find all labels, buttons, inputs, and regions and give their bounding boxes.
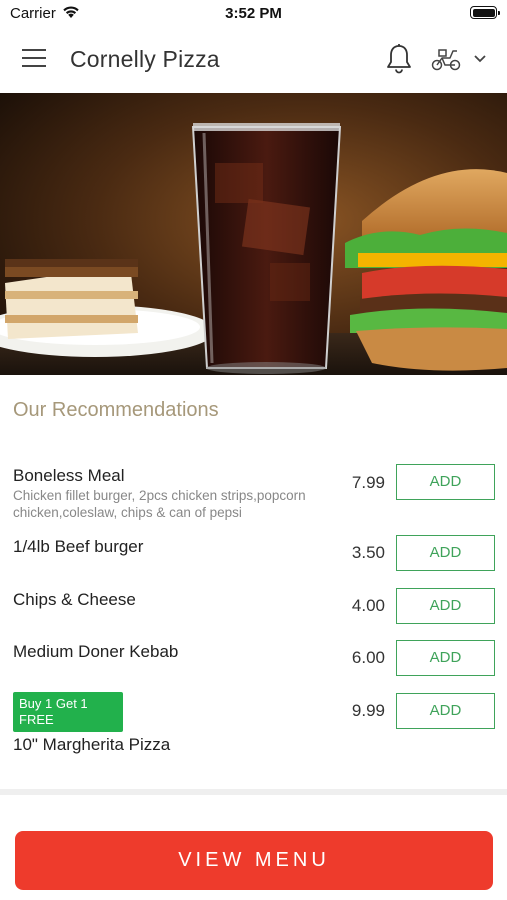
add-button[interactable]: ADD [396,535,495,571]
item-price: 9.99 [351,701,385,720]
bell-icon[interactable] [384,43,414,75]
clock: 3:52 PM [225,5,282,22]
item-price: 4.00 [351,596,385,615]
add-button[interactable]: ADD [396,693,495,729]
item-description: Chicken fillet burger, 2pcs chicken stri… [13,488,306,520]
item-name: 1/4lb Beef burger [13,537,144,556]
hero-banner [0,93,507,375]
item-price: 6.00 [351,648,385,667]
menu-icon[interactable] [22,49,48,69]
add-button[interactable]: ADD [396,640,495,676]
item-name: Chips & Cheese [13,590,136,609]
item-name: 10" Margherita Pizza [13,735,171,754]
page-title: Cornelly Pizza [70,46,220,72]
add-button[interactable]: ADD [396,464,495,500]
view-menu-button[interactable]: VIEW MENU [15,831,493,890]
divider [0,789,507,795]
battery-icon [470,6,500,19]
add-button[interactable]: ADD [396,588,495,624]
item-name: Medium Doner Kebab [13,642,179,661]
recommendations-title: Our Recommendations [13,399,219,421]
scooter-icon[interactable] [430,46,462,72]
hero-food-image [0,93,507,375]
promo-badge: Buy 1 Get 1 FREE [13,692,123,732]
item-price: 3.50 [351,543,385,562]
app-header: Cornelly Pizza [0,26,507,93]
item-price: 7.99 [351,473,385,492]
chevron-down-icon[interactable] [472,53,488,65]
item-name: Boneless Meal [13,466,125,485]
status-bar: Carrier 3:52 PM [0,0,507,26]
